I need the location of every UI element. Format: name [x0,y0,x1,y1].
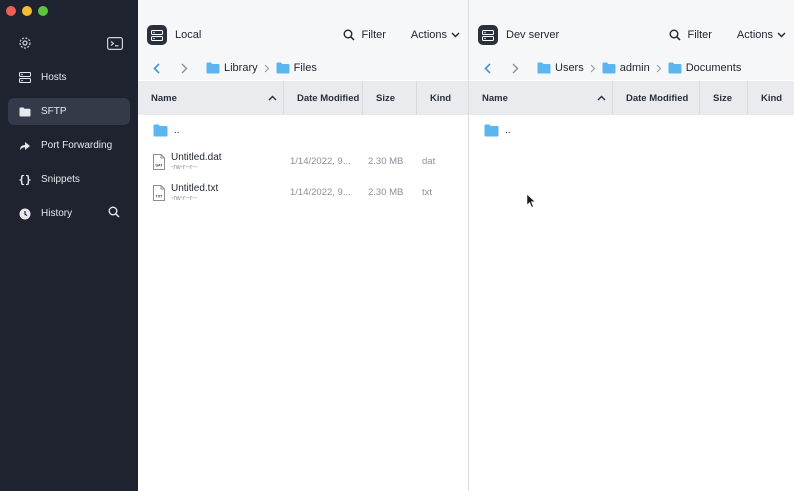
breadcrumb: Users admin Documents [481,59,741,77]
sidebar-item-sftp[interactable]: SFTP [8,98,130,125]
file-kind: txt [422,187,433,198]
close-window-button[interactable] [6,6,16,16]
txt-file-icon: TXT [153,184,165,201]
search-icon [669,29,681,41]
sidebar-item-snippets[interactable]: {} Snippets [8,166,130,193]
breadcrumb-separator-icon [264,64,270,73]
file-size: 2.30 MB [368,187,404,198]
window-controls [6,6,48,16]
braces-icon: {} [18,173,32,186]
local-pane: Local Filter Actions Library Files Name … [138,0,468,491]
folder-icon [537,62,551,74]
actions-label: Actions [736,29,773,41]
breadcrumb: Library Files [150,59,317,77]
breadcrumb-item[interactable]: Files [276,62,317,74]
svg-text:DAT: DAT [155,163,163,167]
breadcrumb-separator-icon [656,64,662,73]
folder-icon [484,124,499,137]
column-header-date[interactable]: Date Modified [283,81,362,115]
table-row[interactable]: DAT Untitled.dat -rw-r--r-- 1/14/2022, 9… [138,146,468,177]
search-icon [343,29,355,41]
table-row[interactable]: TXT Untitled.txt -rw-r--r-- 1/14/2022, 9… [138,177,468,208]
settings-gear-icon[interactable] [16,35,34,51]
sidebar-item-label: History [41,208,73,219]
breadcrumb-item[interactable]: Library [206,62,258,74]
breadcrumb-item[interactable]: Users [537,62,584,74]
pane-title: Dev server [506,29,560,41]
breadcrumb-item[interactable]: Documents [668,62,741,74]
mouse-cursor-icon [526,192,537,212]
folder-icon [153,124,168,137]
forward-arrow-icon[interactable] [178,61,190,75]
column-header-name[interactable]: Name [469,81,612,115]
remote-host-icon [478,25,498,45]
sidebar-item-label: Snippets [41,174,80,185]
column-header-date[interactable]: Date Modified [612,81,699,115]
breadcrumb-item[interactable]: admin [602,62,650,74]
folder-icon [668,62,682,74]
remote-pane: Dev server Filter Actions Users admin Do… [469,0,794,491]
filter-label: Filter [361,29,386,41]
pane-toolbar: Dev server Filter Actions Users admin Do… [469,0,794,80]
sidebar-item-history[interactable]: History [8,200,130,227]
file-list: .. [469,115,794,146]
column-header-kind[interactable]: Kind [747,81,794,115]
column-header-size[interactable]: Size [362,81,416,115]
folder-icon [276,62,290,74]
pane-title: Local [175,29,202,41]
column-header-kind[interactable]: Kind [416,81,468,115]
file-date: 1/14/2022, 9... [290,156,351,167]
back-arrow-icon[interactable] [481,61,493,75]
zoom-window-button[interactable] [38,6,48,16]
filter-label: Filter [687,29,712,41]
terminal-icon[interactable] [106,35,124,51]
back-arrow-icon[interactable] [150,61,162,75]
sort-ascending-icon [268,93,277,104]
actions-menu-button[interactable]: Actions [411,29,460,41]
sort-ascending-icon [597,93,606,104]
actions-menu-button[interactable]: Actions [737,29,786,41]
history-search-icon[interactable] [108,206,120,221]
chevron-down-icon [777,32,786,38]
parent-directory-row[interactable]: .. [469,115,794,146]
breadcrumb-separator-icon [590,64,596,73]
sidebar-item-label: Hosts [41,72,67,83]
column-header-row: Name Date Modified Size Kind [469,81,794,115]
parent-directory-label: .. [505,125,511,136]
column-header-name[interactable]: Name [138,81,283,115]
svg-text:TXT: TXT [156,194,164,198]
minimize-window-button[interactable] [22,6,32,16]
dat-file-icon: DAT [153,153,165,170]
pane-toolbar: Local Filter Actions Library Files [138,0,468,80]
file-name: Untitled.dat [171,152,222,163]
actions-label: Actions [410,29,447,41]
server-icon [18,71,32,85]
parent-directory-label: .. [174,125,180,136]
folder-icon [602,62,616,74]
chevron-down-icon [451,32,460,38]
parent-directory-row[interactable]: .. [138,115,468,146]
sidebar-item-label: Port Forwarding [41,140,113,151]
sidebar-item-port-forwarding[interactable]: Port Forwarding [8,132,130,159]
forward-arrow-icon[interactable] [509,61,521,75]
column-header-row: Name Date Modified Size Kind [138,81,468,115]
filter-button[interactable]: Filter [343,29,386,41]
file-name: Untitled.txt [171,183,219,194]
file-permissions: -rw-r--r-- [171,195,198,202]
filter-button[interactable]: Filter [669,29,712,41]
sidebar: Hosts SFTP Port Forwarding {} Snippets H… [0,0,138,491]
column-header-size[interactable]: Size [699,81,747,115]
folder-icon [18,105,32,119]
forward-arrow-icon [18,139,32,153]
sidebar-item-label: SFTP [41,106,67,117]
sidebar-item-hosts[interactable]: Hosts [8,64,130,91]
folder-icon [206,62,220,74]
file-list: .. DAT Untitled.dat -rw-r--r-- 1/14/2022… [138,115,468,208]
file-date: 1/14/2022, 9... [290,187,351,198]
clock-icon [18,207,32,221]
file-kind: dat [422,156,436,167]
local-host-icon [147,25,167,45]
file-permissions: -rw-r--r-- [171,164,198,171]
file-size: 2.30 MB [368,156,404,167]
